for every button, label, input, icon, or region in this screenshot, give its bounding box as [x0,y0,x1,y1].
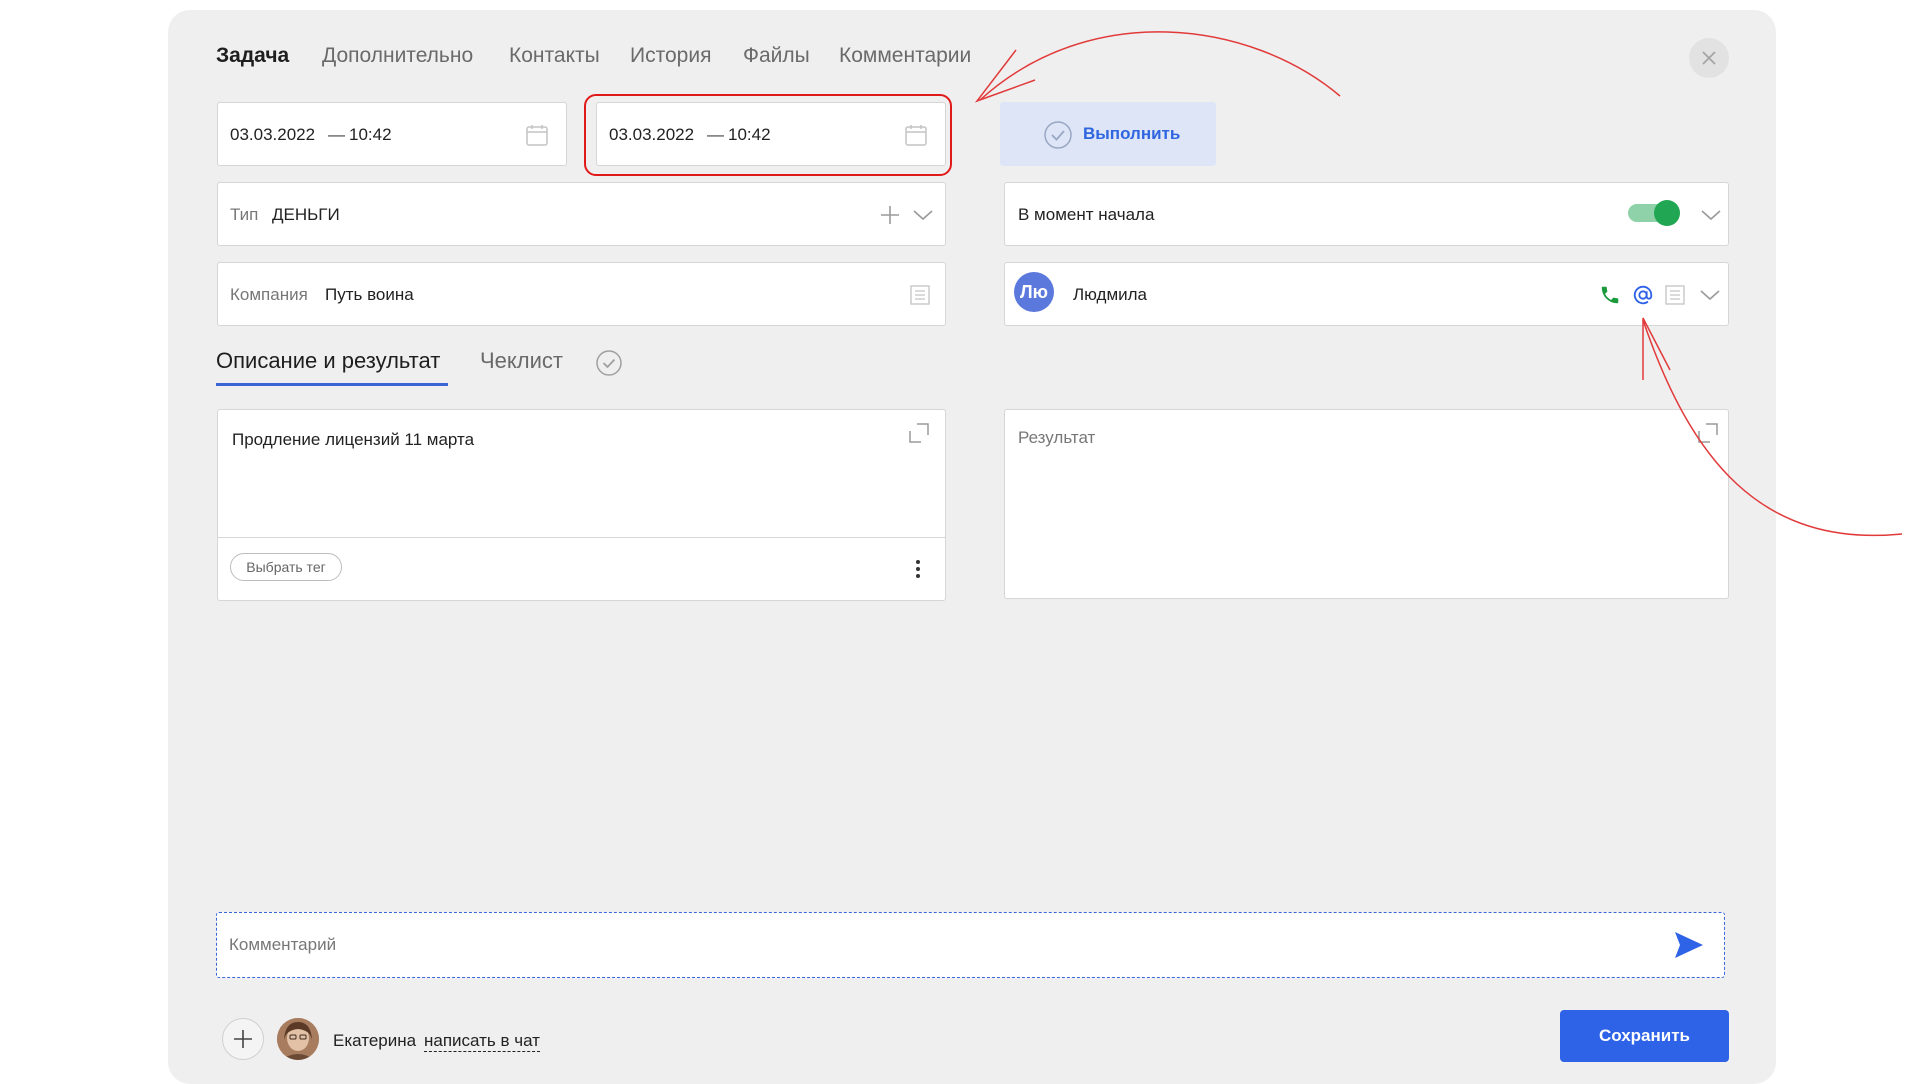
expand-icon[interactable] [1697,422,1719,444]
description-text: Продление лицензий 11 марта [232,430,475,449]
phone-icon[interactable] [1599,284,1621,306]
reminder-label: В момент начала [1018,205,1155,224]
write-to-chat-link[interactable]: написать в чат [424,1031,540,1052]
user-avatar [277,1018,319,1060]
contact-field[interactable]: Людмила [1004,262,1729,326]
footer-user-name: Екатерина [333,1031,417,1050]
tab-comments[interactable]: Комментарии [839,44,971,68]
start-date: 03.03.2022 [230,125,316,144]
tab-description-result[interactable]: Описание и результат [216,348,440,374]
company-value: Путь воина [325,285,414,304]
plus-icon [234,1030,252,1048]
check-circle-icon [1044,121,1072,149]
type-field[interactable]: Тип ДЕНЬГИ [217,182,946,246]
calendar-icon[interactable] [525,123,549,147]
select-tag-button[interactable]: Выбрать тег [230,553,342,581]
reminder-field[interactable]: В момент начала [1004,182,1729,246]
tab-history[interactable]: История [630,44,711,68]
document-icon[interactable] [1665,285,1685,305]
description-divider [218,537,945,538]
tab-additional[interactable]: Дополнительно [322,44,473,68]
execute-button-label: Выполнить [1083,124,1181,143]
document-icon[interactable] [910,285,930,305]
close-button[interactable] [1689,38,1729,78]
tab-contacts[interactable]: Контакты [509,44,600,68]
send-icon[interactable] [1674,931,1704,959]
comment-placeholder: Комментарий [229,935,337,954]
company-field[interactable]: Компания Путь воина [217,262,946,326]
user-photo-icon [277,1018,319,1060]
start-time: 10:42 [349,125,392,144]
company-label: Компания [230,285,308,304]
start-date-dash: — [328,125,345,144]
type-value: ДЕНЬГИ [272,205,340,224]
email-at-icon[interactable] [1632,284,1654,306]
contact-name: Людмила [1073,285,1148,304]
chevron-down-icon[interactable] [1699,285,1721,305]
start-datetime-field[interactable]: 03.03.2022 — 10:42 [217,102,567,166]
save-button[interactable]: Сохранить [1560,1010,1729,1062]
chevron-down-icon[interactable] [1700,205,1722,225]
contact-avatar: Лю [1014,272,1054,312]
annotation-highlight-box [584,94,952,176]
close-icon [1702,51,1716,65]
tab-files[interactable]: Файлы [743,44,810,68]
checklist-check-icon[interactable] [595,349,623,377]
add-participant-button[interactable] [222,1018,264,1060]
result-editor[interactable]: Результат [1004,409,1729,599]
result-placeholder: Результат [1018,428,1096,447]
type-label: Тип [230,205,259,224]
expand-icon[interactable] [908,422,930,444]
tab-checklist[interactable]: Чеклист [480,348,563,374]
more-vertical-icon[interactable] [914,558,922,580]
plus-icon[interactable] [878,203,902,227]
active-tab-underline [216,383,448,386]
comment-input[interactable]: Комментарий [216,912,1725,978]
tab-task[interactable]: Задача [216,44,289,68]
chevron-down-icon[interactable] [912,205,934,225]
reminder-toggle-knob[interactable] [1654,200,1680,226]
